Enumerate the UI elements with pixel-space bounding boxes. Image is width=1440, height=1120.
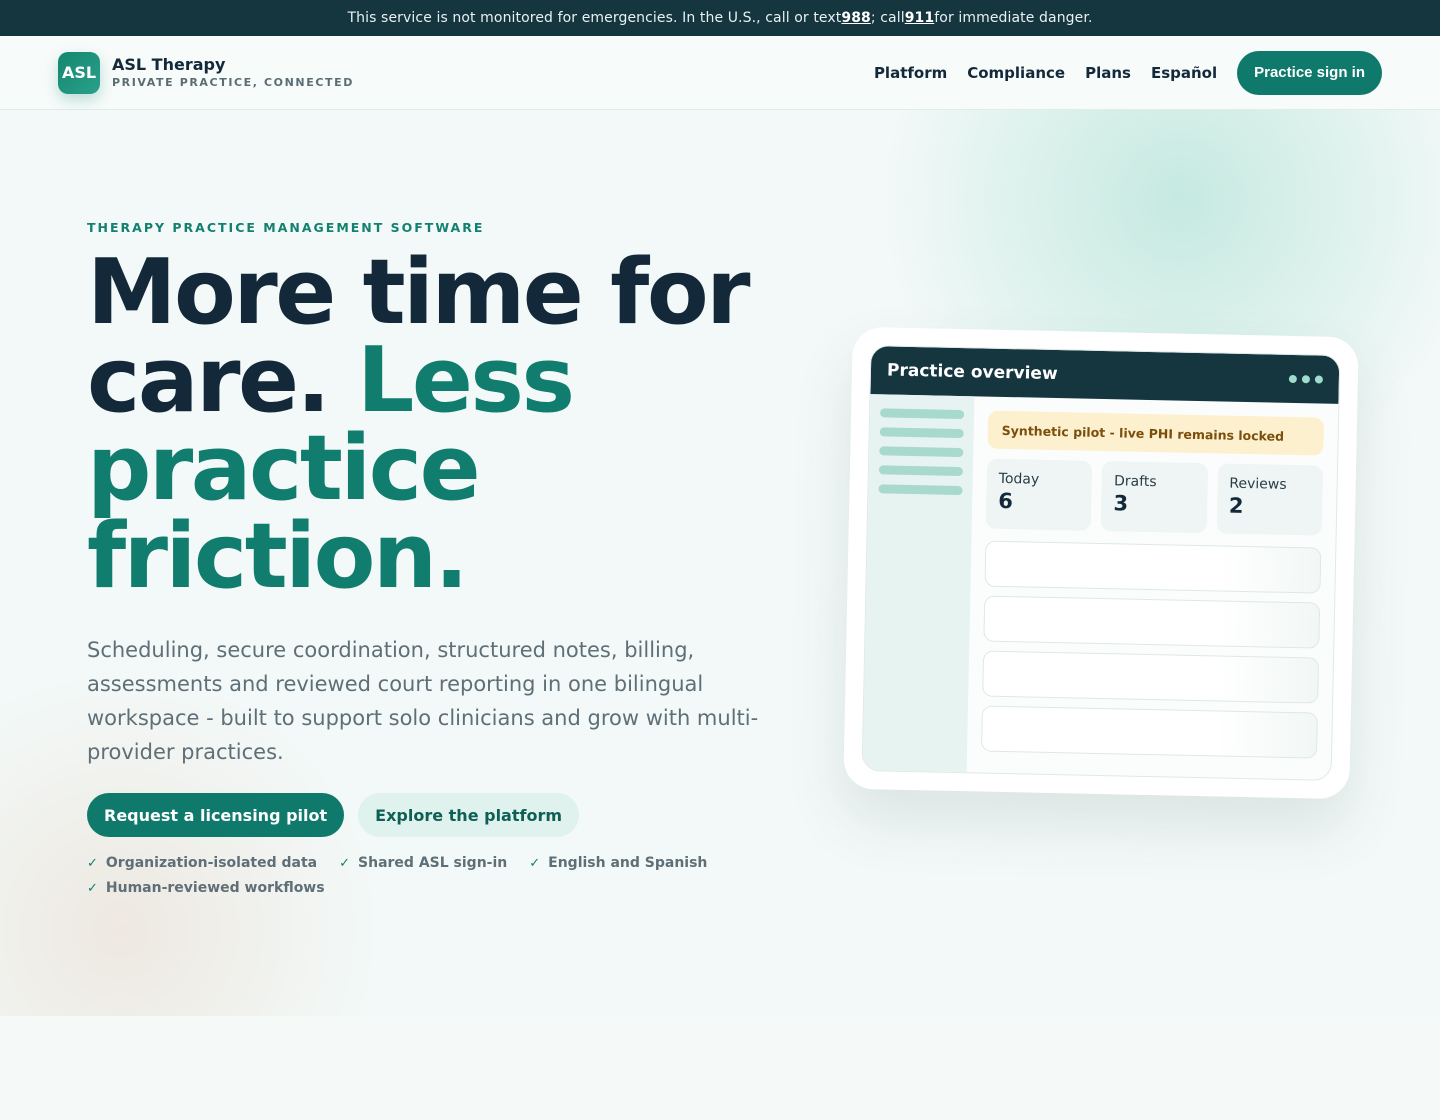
check-label: English and Spanish <box>548 855 708 871</box>
stat-label: Today <box>998 470 1040 488</box>
stat-value: 2 <box>1228 493 1244 518</box>
brand-name: ASL Therapy <box>112 55 226 74</box>
sidebar-placeholder-bar <box>878 484 963 496</box>
feature-checklist: ✓ Organization-isolated data ✓ Shared ASL … <box>87 855 727 896</box>
hero-headline: More time for care. Less practice fricti… <box>87 248 787 602</box>
stat-value: 3 <box>1113 491 1129 516</box>
stat-value: 6 <box>998 488 1014 514</box>
stats-row: Today 6 Drafts 3 Reviews 2 <box>985 458 1324 536</box>
preview-body: Synthetic pilot - live PHI remains locke… <box>862 394 1339 780</box>
sidebar-placeholder-bar <box>879 446 964 458</box>
site-header: ASL ASL Therapy PRIVATE PRACTICE, CONNEC… <box>0 36 1440 110</box>
sidebar-placeholder-bar <box>879 427 964 439</box>
placeholder-row <box>983 595 1321 649</box>
hero-description: Scheduling, secure coordination, structu… <box>87 638 759 764</box>
preview-title: Practice overview <box>886 360 1058 385</box>
preview-rows <box>981 540 1322 759</box>
stat-card-reviews: Reviews 2 <box>1216 463 1324 536</box>
placeholder-row <box>981 705 1318 759</box>
placeholder-row <box>984 540 1322 594</box>
stat-card-today: Today 6 <box>985 458 1093 531</box>
hero-eyebrow: THERAPY PRACTICE MANAGEMENT SOFTWARE <box>87 220 485 235</box>
placeholder-row <box>982 650 1320 704</box>
headline-line-4: friction. <box>87 504 469 609</box>
hero-copy: THERAPY PRACTICE MANAGEMENT SOFTWARE Mor… <box>87 220 787 896</box>
brand-tagline: PRIVATE PRACTICE, CONNECTED <box>112 76 354 89</box>
dashboard-preview-device: Practice overview Synthetic pilot - live… <box>843 326 1359 800</box>
alert-text-middle: ; call <box>870 10 905 26</box>
emergency-alert-bar: This service is not monitored for emerge… <box>0 0 1440 36</box>
call-988-link[interactable]: 988 <box>841 10 871 26</box>
more-dots-icon <box>1288 374 1323 384</box>
hero-section: THERAPY PRACTICE MANAGEMENT SOFTWARE Mor… <box>0 110 1440 1016</box>
alert-text-after: for immediate danger. <box>934 10 1093 26</box>
sidebar-placeholder-bar <box>878 465 963 477</box>
check-item: ✓ Organization-isolated data <box>87 855 317 871</box>
brand-home-link[interactable]: ASL ASL Therapy PRIVATE PRACTICE, CONNEC… <box>58 51 354 94</box>
nav-plans[interactable]: Plans <box>1085 64 1131 82</box>
check-label: Shared ASL sign-in <box>358 855 508 871</box>
alert-text-before: This service is not monitored for emerge… <box>347 10 842 26</box>
hero-cta-row: Request a licensing pilot Explore the pl… <box>87 793 787 837</box>
practice-sign-in-button[interactable]: Practice sign in <box>1237 50 1382 95</box>
check-item: ✓ Human-reviewed workflows <box>87 880 325 896</box>
check-label: Human-reviewed workflows <box>105 880 325 896</box>
check-icon: ✓ <box>87 880 98 896</box>
main-nav: Platform Compliance Plans Español Practi… <box>874 50 1382 95</box>
dashboard-preview-screen: Practice overview Synthetic pilot - live… <box>861 345 1341 781</box>
stat-label: Drafts <box>1113 473 1157 491</box>
stat-label: Reviews <box>1229 475 1287 493</box>
request-pilot-button[interactable]: Request a licensing pilot <box>87 793 345 837</box>
stat-card-drafts: Drafts 3 <box>1100 461 1208 534</box>
logo-icon: ASL <box>58 51 100 94</box>
sidebar-placeholder-bar <box>880 408 965 420</box>
preview-sidebar <box>862 394 975 773</box>
check-item: ✓ English and Spanish <box>529 855 707 871</box>
check-label: Organization-isolated data <box>105 855 318 871</box>
check-icon: ✓ <box>529 855 541 871</box>
call-911-link[interactable]: 911 <box>905 10 935 26</box>
nav-compliance[interactable]: Compliance <box>967 64 1065 82</box>
check-icon: ✓ <box>87 855 98 871</box>
below-fold-section <box>0 1016 1440 1120</box>
check-item: ✓ Shared ASL sign-in <box>339 855 507 871</box>
nav-language-spanish[interactable]: Español <box>1151 64 1217 82</box>
pilot-status-banner: Synthetic pilot - live PHI remains locke… <box>987 410 1325 456</box>
check-icon: ✓ <box>339 855 351 871</box>
nav-platform[interactable]: Platform <box>874 64 947 82</box>
preview-main: Synthetic pilot - live PHI remains locke… <box>967 396 1339 780</box>
explore-platform-button[interactable]: Explore the platform <box>358 793 580 837</box>
